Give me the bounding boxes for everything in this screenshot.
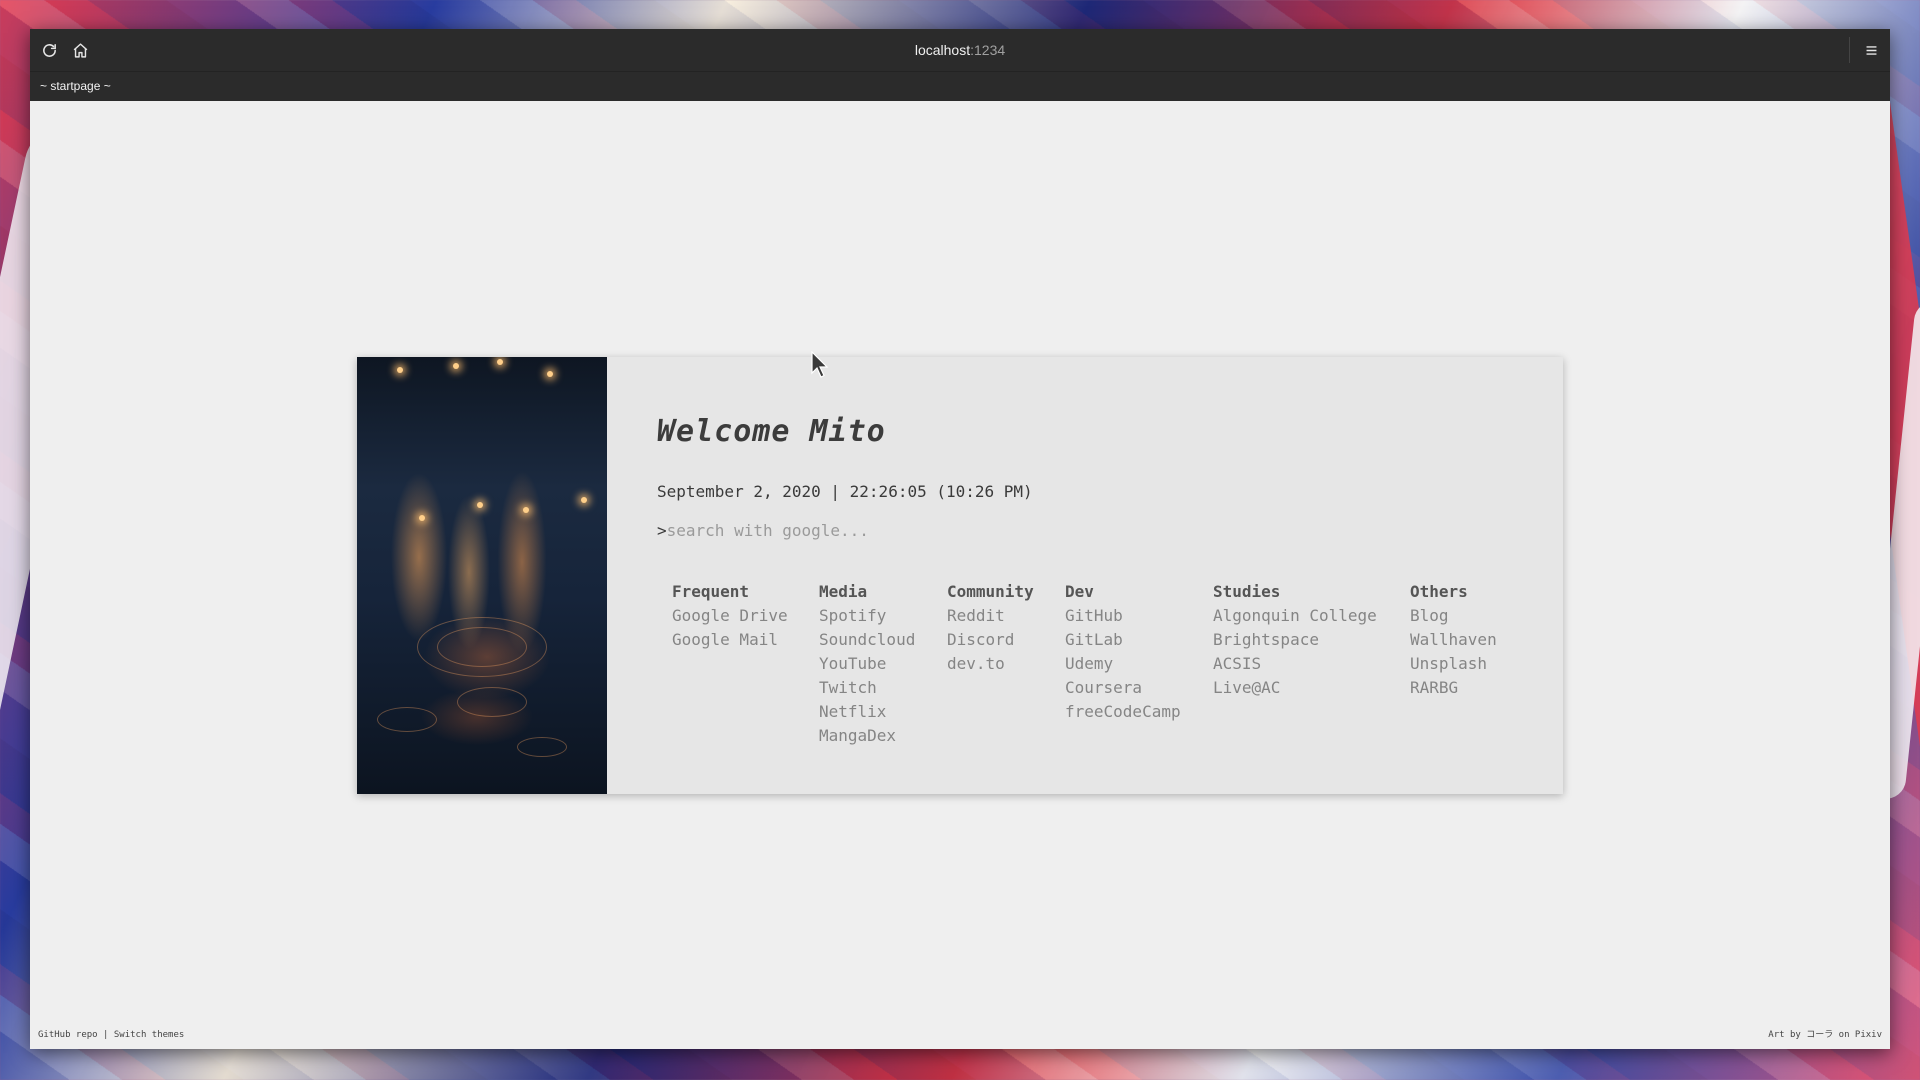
link-brightspace[interactable]: Brightspace (1213, 630, 1377, 654)
link-blog[interactable]: Blog (1410, 606, 1497, 630)
tab-bar: ~ startpage ~ (30, 71, 1890, 101)
page-viewport: Welcome Mito September 2, 2020 | 22:26:0… (30, 102, 1890, 1049)
link-netflix[interactable]: Netflix (819, 702, 915, 726)
link-gitlab[interactable]: GitLab (1065, 630, 1181, 654)
search-prompt: > (657, 521, 667, 540)
link-unsplash[interactable]: Unsplash (1410, 654, 1497, 678)
link-live-at-ac[interactable]: Live@AC (1213, 678, 1377, 702)
column-title: Others (1410, 582, 1468, 601)
search-input[interactable] (666, 521, 1067, 540)
footer-separator: | (103, 1030, 109, 1040)
link-freecodecamp[interactable]: freeCodeCamp (1065, 702, 1181, 726)
link-youtube[interactable]: YouTube (819, 654, 915, 678)
column-studies: Studies Algonquin College Brightspace AC… (1213, 582, 1377, 702)
home-button[interactable] (67, 37, 93, 63)
welcome-heading: Welcome Mito (657, 414, 886, 449)
link-acsis[interactable]: ACSIS (1213, 654, 1377, 678)
address-bar[interactable]: localhost:1234 (30, 29, 1890, 71)
link-google-mail[interactable]: Google Mail (672, 630, 788, 654)
column-title: Dev (1065, 582, 1094, 601)
link-udemy[interactable]: Udemy (1065, 654, 1181, 678)
link-google-drive[interactable]: Google Drive (672, 606, 788, 630)
toolbar-divider (1849, 37, 1850, 63)
link-spotify[interactable]: Spotify (819, 606, 915, 630)
switch-themes-link[interactable]: Switch themes (114, 1030, 184, 1040)
link-twitch[interactable]: Twitch (819, 678, 915, 702)
hamburger-menu-icon (1866, 45, 1876, 55)
card-body: Welcome Mito September 2, 2020 | 22:26:0… (607, 357, 1563, 794)
link-reddit[interactable]: Reddit (947, 606, 1034, 630)
column-title: Studies (1213, 582, 1281, 601)
startpage-card: Welcome Mito September 2, 2020 | 22:26:0… (357, 357, 1563, 794)
date-time: September 2, 2020 | 22:26:05 (10:26 PM) (657, 482, 1033, 501)
link-discord[interactable]: Discord (947, 630, 1034, 654)
home-icon (73, 42, 87, 58)
art-credit: Art by コーラ on Pixiv (1768, 1030, 1882, 1040)
url-host: localhost (914, 42, 971, 58)
column-title: Media (819, 582, 868, 601)
github-repo-link[interactable]: GitHub repo (38, 1030, 98, 1040)
link-mangadex[interactable]: MangaDex (819, 726, 915, 750)
column-others: Others Blog Wallhaven Unsplash RARBG (1410, 582, 1497, 702)
tab-startpage[interactable]: ~ startpage ~ (40, 79, 111, 93)
column-dev: Dev GitHub GitLab Udemy Coursera freeCod… (1065, 582, 1181, 726)
link-devto[interactable]: dev.to (947, 654, 1034, 678)
search-box: > (657, 521, 1067, 540)
url-port: :1234 (970, 42, 1006, 58)
column-frequent: Frequent Google Drive Google Mail (672, 582, 788, 654)
link-algonquin-college[interactable]: Algonquin College (1213, 606, 1377, 630)
menu-button[interactable] (1858, 37, 1884, 63)
footer-links: GitHub repo | Switch themes (38, 1030, 184, 1040)
browser-toolbar: localhost:1234 (30, 29, 1890, 71)
link-soundcloud[interactable]: Soundcloud (819, 630, 915, 654)
column-media: Media Spotify Soundcloud YouTube Twitch … (819, 582, 915, 750)
rain-night-artwork (357, 357, 607, 794)
column-title: Community (947, 582, 1034, 601)
link-rarbg[interactable]: RARBG (1410, 678, 1497, 702)
reload-button[interactable] (36, 37, 62, 63)
link-github[interactable]: GitHub (1065, 606, 1181, 630)
browser-window: localhost:1234 ~ startpage ~ Welcome Mi… (30, 29, 1890, 1049)
mouse-cursor-icon (811, 351, 829, 378)
column-title: Frequent (672, 582, 750, 601)
column-community: Community Reddit Discord dev.to (947, 582, 1034, 678)
link-coursera[interactable]: Coursera (1065, 678, 1181, 702)
reload-icon (42, 43, 56, 57)
link-wallhaven[interactable]: Wallhaven (1410, 630, 1497, 654)
